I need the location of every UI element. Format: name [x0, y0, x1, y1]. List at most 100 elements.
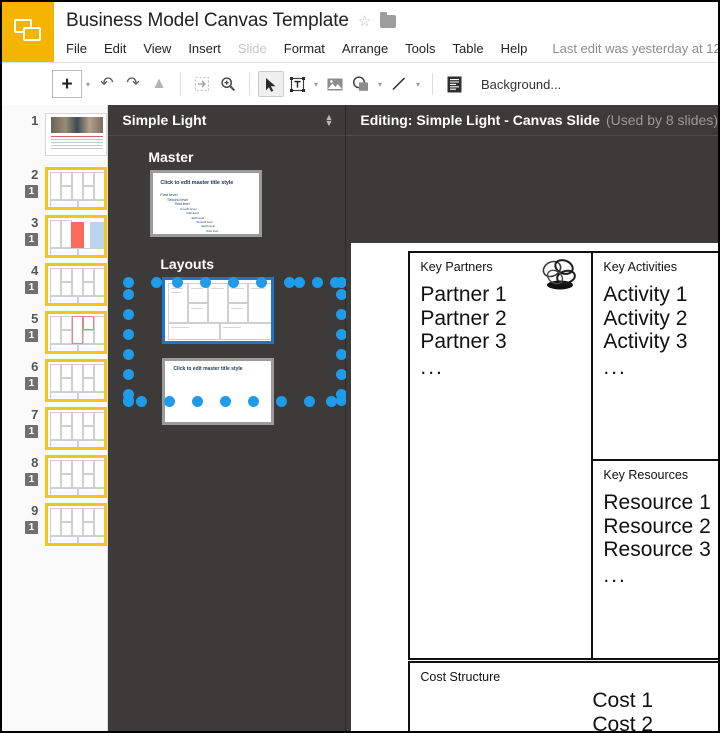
slide-meta: 6 1: [2, 359, 45, 391]
layout-icon[interactable]: [441, 71, 467, 97]
master-thumbnail[interactable]: Click to edit master title style First l…: [150, 170, 263, 237]
selection-handle: [136, 396, 148, 407]
paint-format-icon[interactable]: ▲: [146, 71, 172, 97]
toolbar-divider-2: [249, 73, 250, 95]
list-item[interactable]: 7 1: [2, 404, 108, 452]
list-item[interactable]: 1: [2, 110, 108, 164]
selection-handle: [151, 277, 163, 288]
layout-thumbnail-canvas[interactable]: [162, 277, 275, 344]
menu-item-help[interactable]: Help: [501, 41, 528, 56]
slide-edit-canvas[interactable]: Key Partners Partner 1 Partner 2 Partner…: [351, 243, 718, 732]
slide-thumbnail[interactable]: [45, 167, 108, 210]
shape-icon[interactable]: [348, 71, 374, 97]
master-section-label: Master: [148, 149, 194, 165]
canvas-item: Cost 1: [592, 689, 654, 712]
text-box-icon[interactable]: [284, 71, 310, 97]
line-icon[interactable]: [386, 71, 412, 97]
slide-thumbnail[interactable]: [45, 503, 108, 546]
bullet-level-9: Ninth level: [206, 229, 219, 233]
menu-item-table[interactable]: Table: [453, 41, 484, 56]
list-item[interactable]: 3 1: [2, 212, 108, 260]
canvas-box-key-partners[interactable]: Key Partners Partner 1 Partner 2 Partner…: [408, 251, 594, 660]
list-item[interactable]: 2 1: [2, 164, 108, 212]
redo-icon[interactable]: ↷: [120, 71, 146, 97]
star-outline-icon[interactable]: ☆: [358, 14, 371, 29]
master-thumb-bullets: First level Second level Third level Fou…: [160, 192, 219, 234]
list-item[interactable]: 9 1: [2, 500, 108, 548]
slide-thumbnail[interactable]: [45, 311, 108, 354]
text-box-caret-icon[interactable]: ▾: [310, 80, 322, 89]
canvas-item-ellipsis: ...: [603, 563, 627, 587]
list-item[interactable]: 8 1: [2, 452, 108, 500]
slide-thumbnail[interactable]: [45, 455, 108, 498]
folder-icon[interactable]: [380, 11, 397, 28]
canvas-item: Partner 2: [420, 306, 507, 330]
selection-handle: [123, 369, 135, 380]
slide-number: 1: [31, 113, 39, 128]
layout-badge: 1: [24, 185, 39, 198]
background-button[interactable]: Background...: [481, 77, 561, 92]
menu-item-arrange[interactable]: Arrange: [342, 41, 388, 56]
list-item[interactable]: 4 1: [2, 260, 108, 308]
canvas-box-key-activities[interactable]: Key Activities Activity 1 Activity 2 Act…: [591, 251, 718, 461]
slide-number: 4: [31, 263, 39, 278]
main-body: 1 2 1 3 1 4 1 5 1 6 1 7 1 8 1 9 1 Simple…: [2, 105, 718, 731]
canvas-label-key-activities: Key Activities: [603, 260, 677, 274]
editing-canvas-pane: Editing: Simple Light - Canvas Slide (Us…: [346, 105, 718, 731]
menu-item-insert[interactable]: Insert: [188, 41, 221, 56]
menu-item-format[interactable]: Format: [284, 41, 325, 56]
selection-handle: [304, 396, 316, 407]
slide-thumbnail[interactable]: [45, 407, 108, 450]
layout-thumbnail-blank[interactable]: Click to edit master title style: [162, 358, 275, 425]
menu-item-view[interactable]: View: [143, 41, 171, 56]
canvas-label-key-partners: Key Partners: [420, 260, 493, 274]
shape-caret-icon[interactable]: ▾: [374, 80, 386, 89]
toolbar-group-new: + ▾: [52, 63, 94, 105]
canvas-box-cost-structure[interactable]: Cost Structure Cost 1 Cost 2: [408, 661, 718, 732]
new-slide-button[interactable]: +: [52, 70, 82, 98]
fit-to-window-icon[interactable]: [189, 71, 215, 97]
select-arrow-icon[interactable]: [258, 71, 284, 97]
sort-updown-icon[interactable]: ▲ ▼: [324, 113, 333, 128]
slide-number: 3: [31, 215, 39, 230]
selection-handle: [326, 396, 338, 407]
selection-handle: [294, 277, 306, 288]
slide-number: 7: [31, 407, 39, 422]
undo-icon[interactable]: ↶: [94, 71, 120, 97]
slide-thumbnail[interactable]: [45, 263, 108, 306]
layout-badge: 1: [24, 425, 39, 438]
title-row: Business Model Canvas Template ☆: [66, 8, 718, 34]
selection-handle: [276, 396, 288, 407]
selection-handle: [330, 277, 342, 288]
slide-thumbnail[interactable]: [45, 113, 108, 156]
blank-thumb-title: Click to edit master title style: [173, 366, 243, 372]
zoom-in-icon[interactable]: [215, 71, 241, 97]
line-caret-icon[interactable]: ▾: [412, 80, 424, 89]
menu-item-edit[interactable]: Edit: [104, 41, 126, 56]
canvas-box-key-resources[interactable]: Key Resources Resource 1 Resource 2 Reso…: [591, 459, 718, 660]
slide-filmstrip[interactable]: 1 2 1 3 1 4 1 5 1 6 1 7 1 8 1 9 1: [2, 105, 109, 731]
thumb-canvas-mini: [50, 220, 105, 255]
new-slide-caret-icon[interactable]: ▾: [82, 80, 94, 89]
master-scroll-area[interactable]: Master Click to edit master title style …: [108, 149, 348, 731]
slide-thumbnail[interactable]: [45, 359, 108, 402]
slides-logo-icon[interactable]: [2, 2, 54, 62]
list-item[interactable]: 6 1: [2, 356, 108, 404]
canvas-item: Cost 2: [592, 712, 654, 732]
slide-meta: 4 1: [2, 263, 45, 295]
selection-handle: [123, 396, 135, 407]
menu-item-file[interactable]: File: [66, 41, 87, 56]
theme-header: Simple Light ▲ ▼: [108, 105, 346, 136]
slide-thumbnail[interactable]: [45, 215, 108, 258]
slide-meta: 9 1: [2, 503, 45, 535]
canvas-label-key-resources: Key Resources: [603, 468, 689, 482]
selection-handle: [123, 329, 135, 340]
insert-image-icon[interactable]: [322, 71, 348, 97]
menu-item-tools[interactable]: Tools: [405, 41, 435, 56]
selection-handle: [123, 309, 135, 320]
canvas-items-cost-structure: Cost 1 Cost 2: [592, 689, 654, 732]
page-title[interactable]: Business Model Canvas Template: [66, 10, 349, 32]
list-item[interactable]: 5 1: [2, 308, 108, 356]
thumb-canvas-mini: [50, 508, 105, 543]
last-edit-status[interactable]: Last edit was yesterday at 12:3: [552, 41, 718, 56]
